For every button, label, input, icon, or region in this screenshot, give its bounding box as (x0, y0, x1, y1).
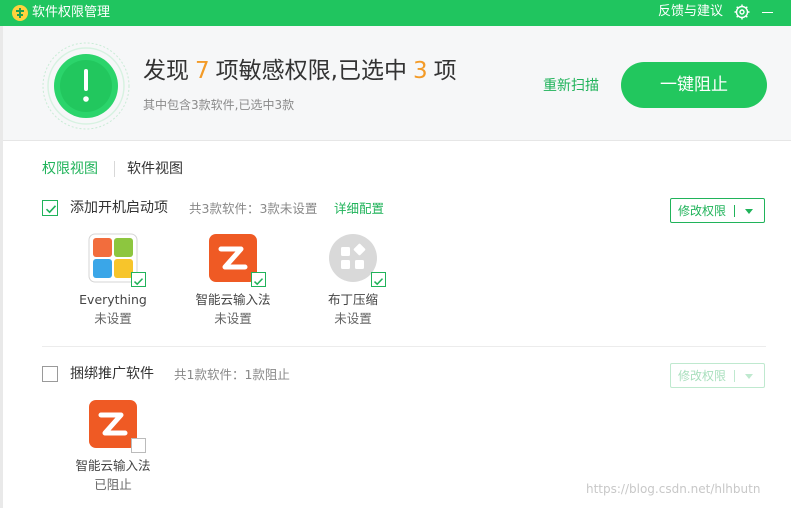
app-card-everything[interactable]: Everything 未设置 (58, 233, 168, 333)
app-card-puding-compress[interactable]: 布丁压缩 未设置 (298, 233, 408, 333)
modify-permission-dropdown-disabled: 修改权限 (670, 363, 765, 388)
app-name: 智能云输入法 (195, 292, 271, 307)
feedback-link[interactable]: 反馈与建议 (658, 3, 723, 21)
app-card-smart-cloud-ime-blocked[interactable]: 智能云输入法 已阻止 (58, 399, 168, 499)
app-status: 未设置 (214, 311, 252, 326)
checkmark-icon (133, 278, 144, 286)
section-bundled-meta: 共1款软件：1款阻止 (174, 367, 290, 382)
rescan-link[interactable]: 重新扫描 (543, 76, 599, 96)
button-divider (734, 205, 735, 217)
selected-count: 3 (412, 58, 428, 84)
section-startup-title: 添加开机启动项 (70, 200, 168, 216)
section-divider (42, 346, 766, 347)
modify-permission-label: 修改权限 (678, 369, 727, 383)
modify-permission-label: 修改权限 (678, 204, 727, 218)
app-selected-checkbox[interactable] (371, 272, 386, 287)
app-card-smart-cloud-ime[interactable]: 智能云输入法 未设置 (178, 233, 288, 333)
checkmark-icon (253, 278, 264, 286)
button-divider (734, 370, 735, 382)
title-bar: 软件权限管理 反馈与建议 (0, 0, 791, 26)
modify-permission-dropdown[interactable]: 修改权限 (670, 198, 765, 223)
app-status: 未设置 (334, 311, 372, 326)
headline-middle: 项敏感权限,已选中 (215, 58, 407, 84)
checkmark-icon (45, 205, 57, 214)
section-startup-meta: 共3款软件：3款未设置 (189, 201, 318, 216)
smart-cloud-ime-icon (88, 399, 146, 453)
app-status: 未设置 (94, 311, 132, 326)
tab-separator (114, 161, 115, 177)
watermark: https://blog.csdn.net/hlhbutn (586, 482, 761, 496)
window-title: 软件权限管理 (32, 5, 111, 20)
summary-subline: 其中包含3款软件,已选中3款 (143, 98, 295, 112)
detail-config-link[interactable]: 详细配置 (334, 200, 384, 218)
app-name: 布丁压缩 (327, 292, 378, 307)
block-all-button[interactable]: 一键阻止 (621, 62, 767, 108)
section-bundled-title: 捆绑推广软件 (70, 366, 154, 382)
app-selected-checkbox[interactable] (131, 272, 146, 287)
everything-icon (88, 233, 146, 287)
minimize-button[interactable] (762, 12, 773, 13)
caret-down-icon (745, 209, 753, 214)
app-logo-icon (12, 5, 28, 21)
puding-compress-icon (328, 233, 386, 287)
warning-shield-icon (42, 42, 130, 130)
section-bundled-checkbox[interactable] (42, 366, 58, 382)
smart-cloud-ime-icon (208, 233, 266, 287)
tab-software-view[interactable]: 软件视图 (127, 160, 183, 178)
scan-summary-header: 发现 7 项敏感权限,已选中 3 项 其中包含3款软件,已选中3款 重新扫描 一键阻止 (3, 26, 791, 141)
tab-permission-view[interactable]: 权限视图 (42, 160, 98, 178)
found-count: 7 (195, 58, 210, 84)
headline-suffix: 项 (433, 58, 457, 84)
app-name: Everything (79, 292, 147, 307)
app-status: 已阻止 (94, 477, 132, 492)
app-selected-checkbox[interactable] (131, 438, 146, 453)
headline: 发现 7 项敏感权限,已选中 3 项 (143, 55, 457, 87)
caret-down-icon (745, 374, 753, 379)
headline-prefix: 发现 (143, 58, 189, 84)
app-name: 智能云输入法 (75, 458, 151, 473)
checkmark-icon (373, 278, 384, 286)
gear-icon[interactable] (733, 3, 751, 21)
section-startup-checkbox[interactable] (42, 200, 58, 216)
app-selected-checkbox[interactable] (251, 272, 266, 287)
